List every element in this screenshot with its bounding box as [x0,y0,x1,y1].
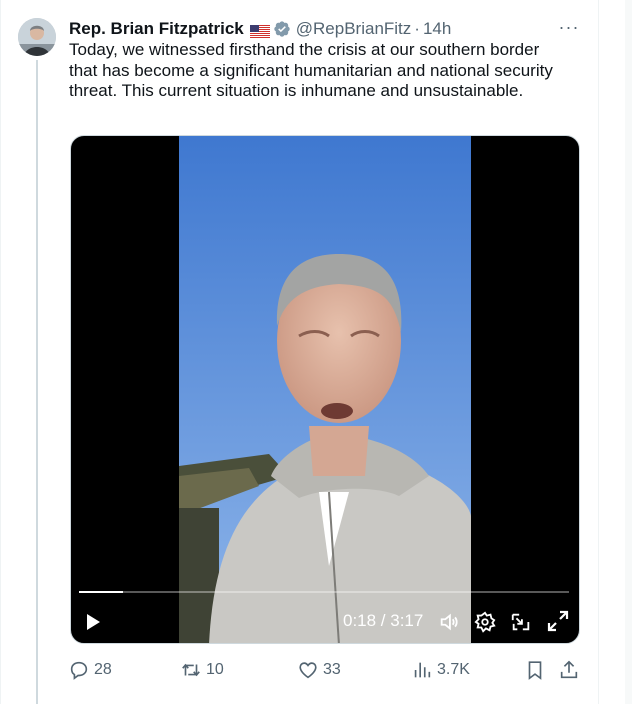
progress-fill [79,591,124,593]
fullscreen-icon[interactable] [545,608,571,634]
view-count: 3.7K [437,661,470,678]
bookmark-button[interactable] [524,655,550,685]
like-count: 33 [323,661,341,678]
avatar[interactable] [18,18,56,56]
verified-icon[interactable] [273,20,291,38]
views-button[interactable]: 3.7K [411,655,470,685]
video-player[interactable]: 0:18 / 3:17 [70,135,580,644]
video-timecode: 0:18 / 3:17 [343,611,424,630]
timeline-border-left [0,0,1,704]
share-button[interactable] [558,655,584,685]
tweet-header: Rep. Brian Fitzpatrick @RepBrianFitz · 1… [69,18,451,40]
flag-icon [249,23,270,38]
thread-line [36,60,38,704]
scrollbar-track[interactable] [625,0,632,704]
share-icon [558,659,580,681]
retweet-count: 10 [206,661,224,678]
reply-icon [68,659,90,681]
retweet-button[interactable]: 10 [180,655,224,685]
more-icon[interactable]: ··· [556,16,582,38]
pip-icon[interactable] [509,610,533,634]
tweet-time[interactable]: 14h [423,19,451,39]
like-button[interactable]: 33 [297,655,341,685]
video-thumbnail[interactable] [179,136,471,643]
tweet-actions: 28 10 33 3.7K [0,655,632,685]
bookmark-icon [524,659,546,681]
volume-icon[interactable] [437,610,461,634]
play-icon[interactable] [81,610,105,634]
settings-icon[interactable] [473,610,497,634]
like-icon [297,659,319,681]
reply-button[interactable]: 28 [68,655,112,685]
reply-count: 28 [94,661,112,678]
views-icon [411,659,433,681]
retweet-icon [180,659,202,681]
tweet-text: Today, we witnessed firsthand the crisis… [69,40,553,100]
progress-bar[interactable] [79,591,569,593]
separator-dot: · [414,19,420,38]
author-handle[interactable]: @RepBrianFitz [296,19,412,39]
timeline-border-right [598,0,599,704]
author-name[interactable]: Rep. Brian Fitzpatrick [69,19,244,39]
